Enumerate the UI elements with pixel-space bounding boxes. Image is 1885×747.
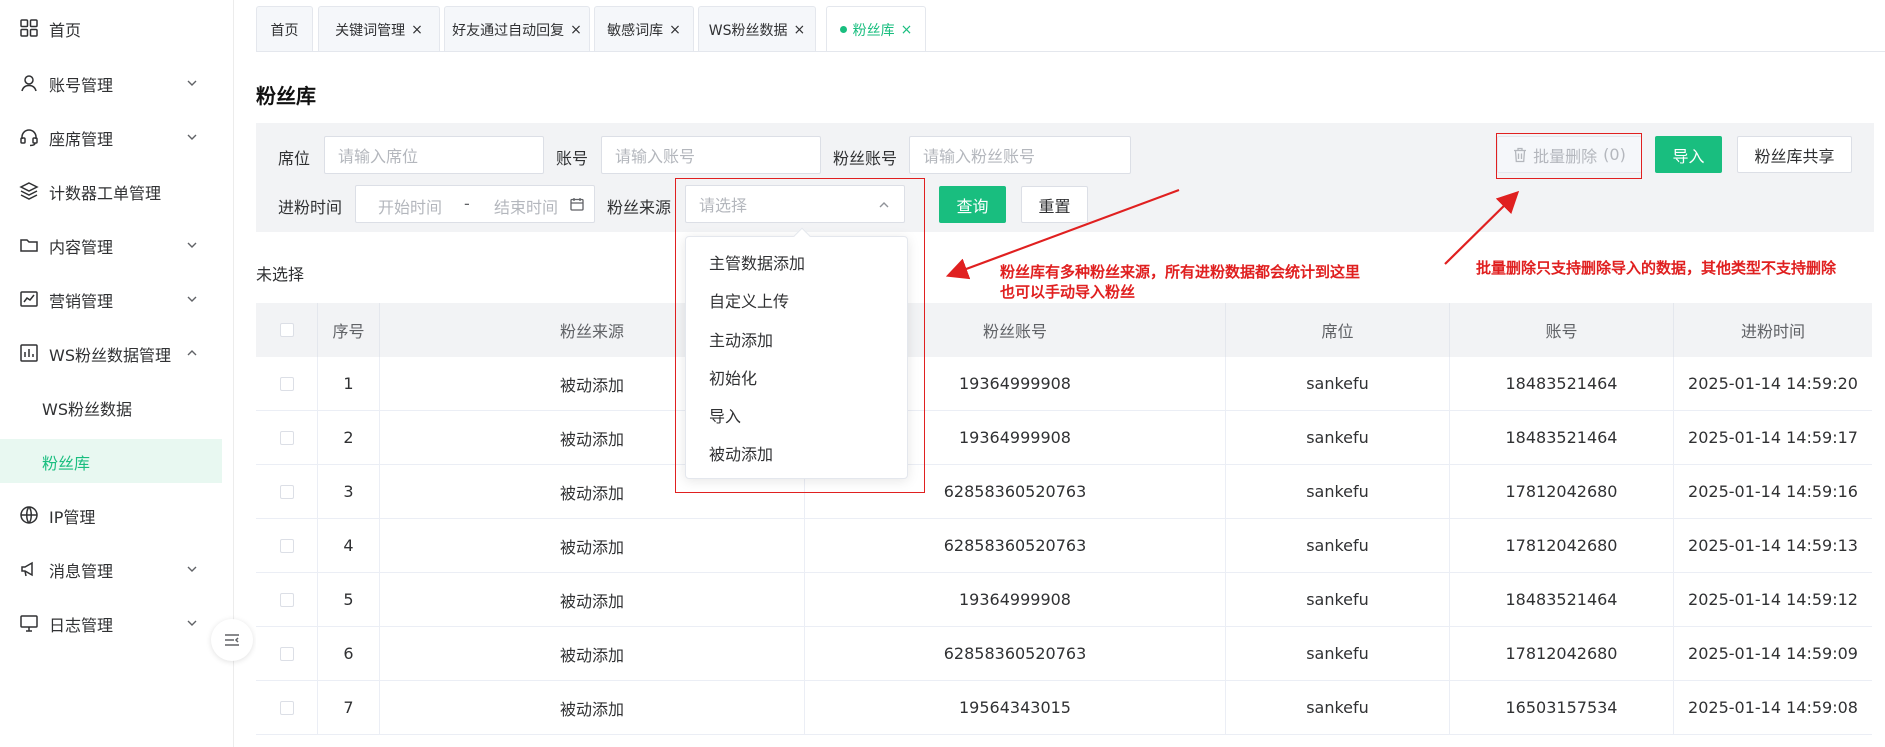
annotation-delete-note: 批量删除只支持删除导入的数据，其他类型不支持删除 (1476, 259, 1837, 277)
annotation-source-note: 粉丝库有多种粉丝来源，所有进粉数据都会统计到这里 也可以手动导入粉丝 (1000, 262, 1360, 302)
arrow-to-batch-delete (1444, 190, 1520, 265)
annotation-line: 也可以手动导入粉丝 (1000, 283, 1136, 301)
annotation-arrows (945, 188, 1520, 280)
annotation-line: 粉丝库有多种粉丝来源，所有进粉数据都会统计到这里 (1000, 263, 1361, 281)
